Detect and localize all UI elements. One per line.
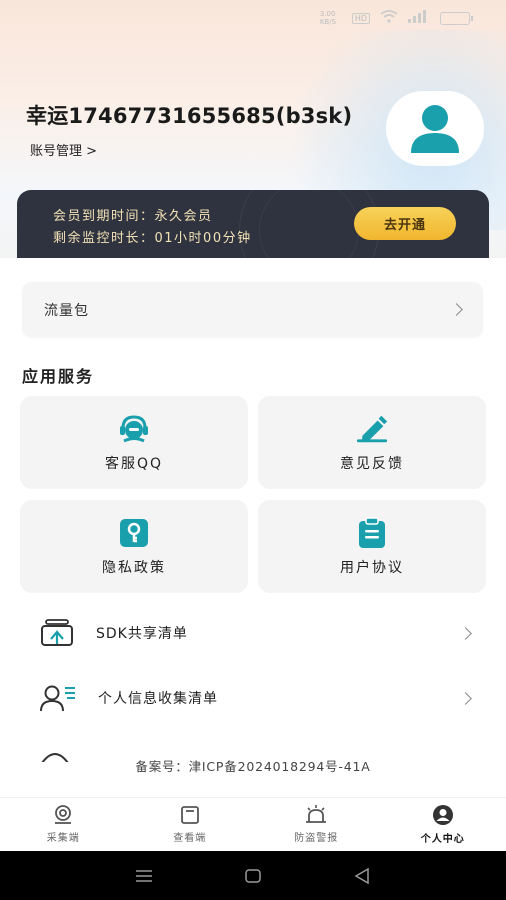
home-icon[interactable]	[244, 868, 262, 884]
vip-card-decoration	[259, 190, 359, 258]
section-title: 应用服务	[22, 367, 95, 386]
tab-profile[interactable]: 个人中心	[380, 798, 506, 851]
customer-service-icon	[120, 414, 148, 442]
tab-label: 防盗警报	[294, 833, 339, 844]
alarm-icon	[306, 805, 327, 823]
tile-label: 隐私政策	[102, 559, 166, 576]
system-navigation-bar	[0, 851, 506, 900]
back-icon[interactable]	[353, 867, 371, 884]
status-bar: 3.00 KB/S HD	[0, 0, 506, 34]
network-speed: 3.00 KB/S	[319, 10, 337, 26]
tile-label: 用户协议	[340, 559, 404, 576]
tile-label: 意见反馈	[340, 455, 404, 472]
menu-icon[interactable]	[135, 869, 153, 883]
traffic-package-label: 流量包	[44, 302, 89, 319]
open-vip-button[interactable]: 去开通	[354, 207, 456, 240]
sdk-share-icon	[41, 619, 73, 646]
avatar[interactable]	[386, 91, 484, 166]
wifi-icon	[380, 10, 398, 26]
sdk-share-list-row[interactable]: SDK共享清单	[40, 613, 472, 653]
tab-label: 查看端	[173, 833, 207, 844]
vip-card: 会员到期时间：永久会员 剩余监控时长：01小时00分钟 去开通	[17, 190, 489, 258]
tab-viewer[interactable]: 查看端	[127, 798, 254, 851]
list-item-label: 个人信息收集清单	[98, 691, 218, 707]
customer-service-tile[interactable]: 客服QQ	[20, 396, 248, 489]
monitor-remaining: 剩余监控时长：01小时00分钟	[53, 231, 252, 246]
icp-record: 备案号：津ICP备2024018294号-41A	[135, 759, 371, 774]
list-item-label: SDK共享清单	[96, 626, 188, 642]
tab-capture[interactable]: 采集端	[0, 798, 127, 851]
chevron-right-icon	[459, 626, 472, 640]
traffic-package-row[interactable]: 流量包	[22, 282, 483, 337]
bottom-tab-bar: 采集端 查看端 防盗警报 个人中心	[0, 797, 506, 851]
chevron-right-icon	[450, 303, 463, 316]
camera-icon	[55, 805, 72, 824]
account-manage-link[interactable]: 账号管理 >	[30, 140, 97, 159]
viewer-icon	[180, 806, 199, 824]
user-avatar-icon	[411, 104, 459, 153]
chevron-right-icon	[459, 691, 472, 705]
tab-label: 采集端	[46, 833, 80, 844]
tile-label: 客服QQ	[104, 455, 164, 472]
agreement-clipboard-icon	[359, 516, 385, 548]
vip-expiry: 会员到期时间：永久会员	[53, 209, 213, 224]
privacy-key-icon	[120, 518, 148, 547]
signal-icon	[408, 10, 430, 26]
username: 幸运17467731655685(b3sk)	[26, 104, 353, 128]
feedback-tile[interactable]: 意见反馈	[258, 396, 486, 489]
personal-info-list-row[interactable]: 个人信息收集清单	[40, 678, 472, 718]
tab-label: 个人中心	[420, 834, 465, 845]
battery-icon	[440, 11, 473, 25]
profile-icon	[432, 805, 453, 825]
feedback-pen-icon	[356, 415, 388, 442]
privacy-policy-tile[interactable]: 隐私政策	[20, 500, 248, 593]
tab-alarm[interactable]: 防盗警报	[253, 798, 380, 851]
hd-badge: HD	[351, 12, 370, 24]
personal-info-icon	[40, 685, 75, 712]
user-agreement-tile[interactable]: 用户协议	[258, 500, 486, 593]
